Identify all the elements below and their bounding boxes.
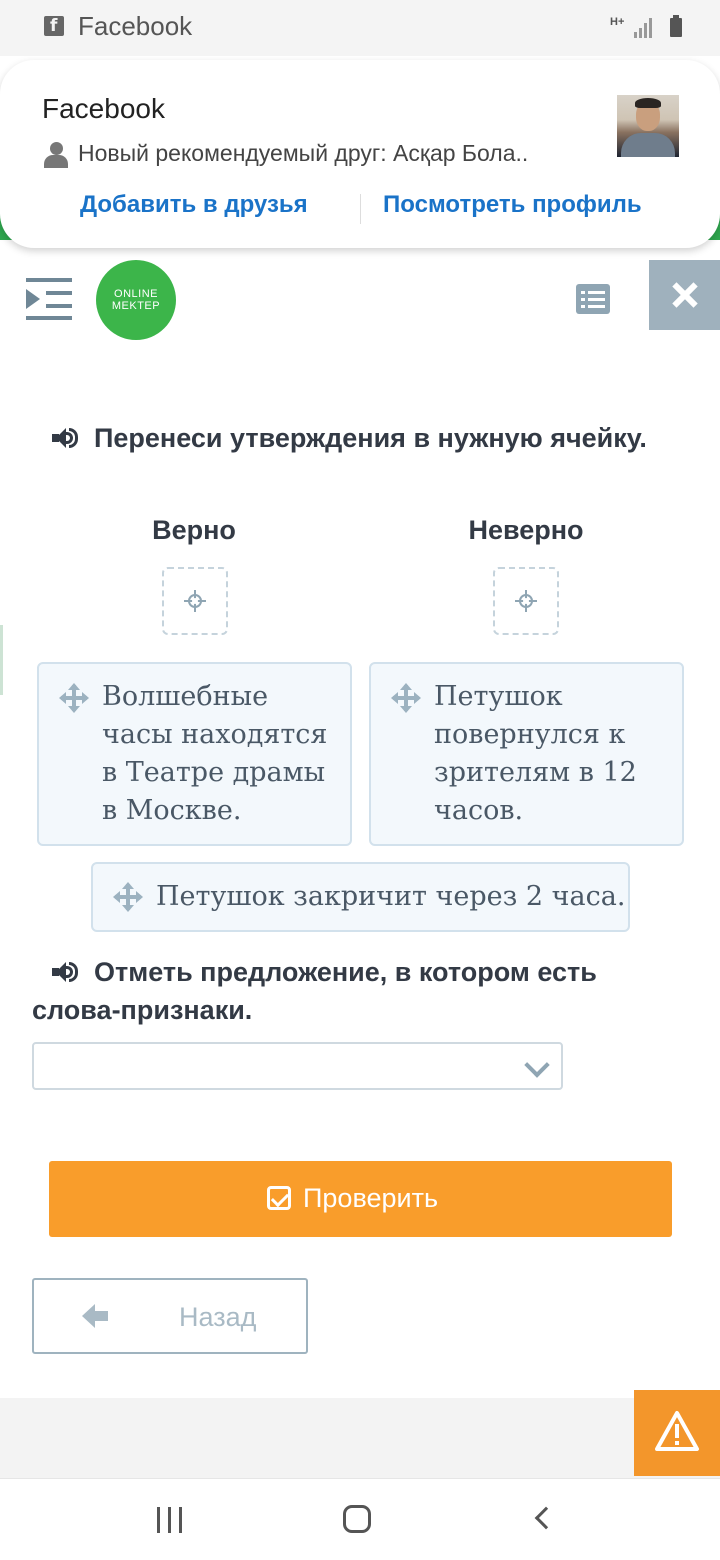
warning-icon bbox=[655, 1411, 699, 1451]
draggable-card[interactable]: Волшебные часы находятся в Театре драмы … bbox=[37, 662, 352, 846]
move-icon bbox=[59, 683, 89, 713]
column-header-true: Верно bbox=[152, 515, 236, 545]
home-icon[interactable] bbox=[343, 1505, 371, 1533]
battery-icon bbox=[670, 15, 682, 37]
back-nav-icon[interactable] bbox=[534, 1506, 558, 1530]
check-button-label: Проверить bbox=[303, 1183, 439, 1213]
chevron-down-icon bbox=[524, 1052, 550, 1078]
column-header-false: Неверно bbox=[468, 515, 584, 545]
task1-prompt: Перенеси утверждения в нужную ячейку. bbox=[94, 423, 647, 453]
move-icon bbox=[391, 683, 421, 713]
facebook-icon bbox=[44, 16, 64, 36]
list-icon[interactable] bbox=[576, 284, 610, 314]
network-type-label: H+ bbox=[610, 16, 625, 28]
footer-band bbox=[0, 1398, 720, 1478]
avatar bbox=[617, 95, 679, 157]
add-friend-button[interactable]: Добавить в друзья bbox=[80, 191, 308, 219]
drop-zone-false[interactable] bbox=[493, 567, 559, 635]
move-icon bbox=[113, 882, 143, 912]
crosshair-icon bbox=[515, 590, 537, 612]
online-mektep-logo[interactable]: ONLINE MEKTEP bbox=[96, 260, 176, 340]
back-button-label: Назад bbox=[179, 1302, 257, 1332]
person-icon bbox=[44, 142, 68, 168]
draggable-card[interactable]: Петушок закричит через 2 часа. bbox=[91, 862, 630, 932]
card-text: Петушок повернулся к зрителям в 12 часов… bbox=[434, 681, 637, 826]
status-app-name: Facebook bbox=[78, 11, 193, 41]
crosshair-icon bbox=[184, 590, 206, 612]
recent-apps-icon[interactable] bbox=[157, 1507, 185, 1533]
notification-card[interactable]: Facebook Новый рекомендуемый друг: Асқар… bbox=[0, 60, 720, 248]
sentence-select[interactable] bbox=[32, 1042, 563, 1090]
draggable-card[interactable]: Петушок повернулся к зрителям в 12 часов… bbox=[369, 662, 684, 846]
edge-marker bbox=[0, 625, 3, 695]
logo-line-2: MEKTEP bbox=[111, 300, 161, 312]
logo-line-1: ONLINE bbox=[114, 288, 158, 300]
report-problem-button[interactable] bbox=[634, 1390, 720, 1476]
check-button[interactable]: Проверить bbox=[49, 1161, 672, 1237]
system-nav-bar bbox=[0, 1478, 720, 1560]
notification-text: Новый рекомендуемый друг: Асқар Бола.. bbox=[78, 140, 529, 166]
menu-indent-icon[interactable] bbox=[26, 278, 72, 320]
back-button[interactable]: Назад bbox=[32, 1278, 308, 1354]
divider bbox=[360, 194, 361, 224]
status-bar: Facebook H+ bbox=[0, 0, 720, 56]
card-text: Петушок закричит через 2 часа. bbox=[156, 881, 626, 912]
drop-zone-true[interactable] bbox=[162, 567, 228, 635]
arrow-left-icon bbox=[82, 1304, 110, 1328]
close-button[interactable] bbox=[649, 260, 720, 330]
notification-app-name: Facebook bbox=[42, 93, 165, 124]
checkbox-check-icon bbox=[267, 1186, 291, 1210]
card-text: Волшебные часы находятся в Театре драмы … bbox=[102, 681, 328, 826]
signal-icon bbox=[634, 16, 656, 38]
task2-prompt: Отметь предложение, в котором есть слова… bbox=[32, 957, 597, 1025]
view-profile-button[interactable]: Посмотреть профиль bbox=[383, 191, 642, 219]
